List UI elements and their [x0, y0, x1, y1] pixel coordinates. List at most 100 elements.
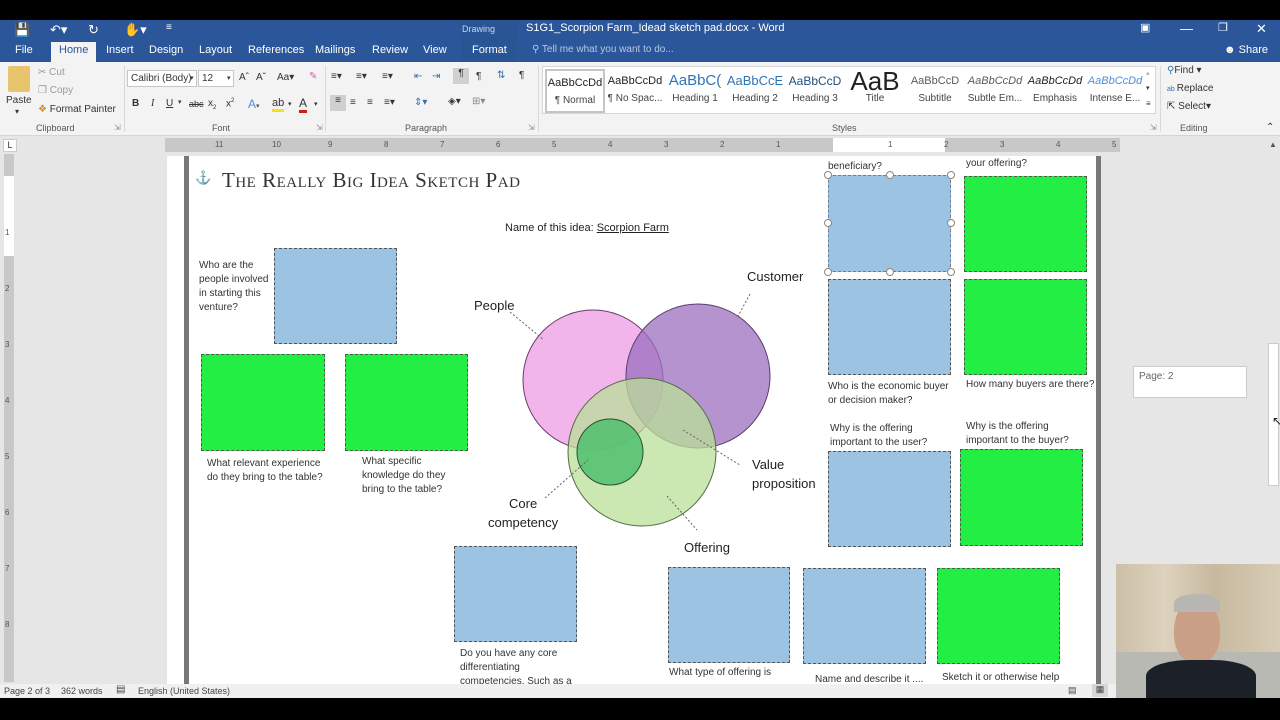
- rtl-direction-icon[interactable]: ¶: [476, 71, 481, 82]
- answer-box-name-describe[interactable]: [803, 568, 926, 664]
- underline-button[interactable]: U: [166, 98, 173, 109]
- multilevel-list-icon[interactable]: ≡▾: [382, 71, 393, 82]
- clear-formatting-icon[interactable]: ✎: [309, 71, 317, 82]
- style-subtle-emphasis[interactable]: AaBbCcDd Subtle Em...: [965, 69, 1025, 113]
- horizontal-ruler[interactable]: [165, 138, 1120, 152]
- style-no-spacing[interactable]: AaBbCcDd ¶ No Spac...: [605, 69, 665, 113]
- scroll-up-icon[interactable]: ▲: [1269, 140, 1277, 149]
- paragraph-launcher-icon[interactable]: ⇲: [528, 123, 535, 132]
- shrink-font-icon[interactable]: Aˇ: [256, 72, 266, 83]
- resize-handle-right[interactable]: [947, 219, 955, 227]
- proofing-icon[interactable]: ▤: [116, 684, 125, 695]
- answer-box-experience[interactable]: [201, 354, 325, 451]
- save-icon[interactable]: 💾: [14, 22, 30, 38]
- language-indicator[interactable]: English (United States): [138, 686, 230, 696]
- undo-icon[interactable]: ↶▾: [50, 22, 67, 38]
- restore-icon[interactable]: ❐: [1218, 21, 1228, 34]
- tab-mailings[interactable]: Mailings: [315, 44, 355, 62]
- highlight-dropdown-icon[interactable]: ▾: [288, 100, 292, 108]
- underline-dropdown-icon[interactable]: ▾: [178, 98, 182, 106]
- style-intense-emphasis[interactable]: AaBbCcDd Intense E...: [1085, 69, 1145, 113]
- resize-handle-bottom[interactable]: [886, 268, 894, 276]
- font-launcher-icon[interactable]: ⇲: [316, 123, 323, 132]
- align-center-icon[interactable]: ≡: [350, 97, 356, 108]
- touch-mode-icon[interactable]: ✋▾: [124, 22, 147, 38]
- font-color-icon[interactable]: A: [299, 96, 308, 113]
- grow-font-icon[interactable]: Aˆ: [239, 72, 249, 83]
- answer-box-economic-buyer[interactable]: [828, 279, 951, 375]
- style-emphasis[interactable]: AaBbCcDd Emphasis: [1025, 69, 1085, 113]
- align-right-icon[interactable]: ≡: [367, 97, 373, 108]
- sort-icon[interactable]: ⇅: [497, 70, 505, 81]
- answer-box-people-involved[interactable]: [274, 248, 397, 344]
- font-size-dropdown-icon[interactable]: ▾: [227, 74, 231, 82]
- select-button[interactable]: ⇱ Select▾: [1167, 101, 1211, 112]
- tab-format[interactable]: Format: [462, 40, 517, 62]
- tab-view[interactable]: View: [423, 44, 447, 62]
- read-mode-icon[interactable]: ▤: [1068, 685, 1077, 696]
- tab-file[interactable]: File: [15, 44, 33, 62]
- change-case-button[interactable]: Aa▾: [277, 72, 294, 83]
- resize-handle-left[interactable]: [824, 219, 832, 227]
- share-button[interactable]: ☻ Share: [1224, 44, 1268, 56]
- paste-dropdown-icon[interactable]: ▾: [15, 107, 19, 116]
- answer-box-how-many-buyers[interactable]: [964, 279, 1087, 375]
- superscript-button[interactable]: x2: [226, 98, 234, 109]
- styles-scroll-down-icon[interactable]: ▾: [1146, 84, 1150, 92]
- resize-handle-top-right[interactable]: [947, 171, 955, 179]
- paste-button[interactable]: Paste: [6, 95, 32, 106]
- ltr-direction-icon[interactable]: ¶: [453, 68, 469, 84]
- answer-box-your-offering[interactable]: [964, 176, 1087, 272]
- tab-design[interactable]: Design: [149, 44, 183, 62]
- tab-home[interactable]: Home: [51, 42, 97, 62]
- bullets-icon[interactable]: ≡▾: [331, 71, 342, 82]
- answer-box-sketch[interactable]: [937, 568, 1060, 664]
- show-formatting-marks-icon[interactable]: ¶: [519, 70, 524, 81]
- highlight-color-icon[interactable]: ab: [272, 97, 285, 112]
- resize-handle-bottom-right[interactable]: [947, 268, 955, 276]
- italic-button[interactable]: I: [151, 98, 154, 109]
- venn-circle-core-competency[interactable]: [576, 418, 644, 486]
- decrease-indent-icon[interactable]: ⇤: [414, 71, 422, 82]
- text-effects-icon[interactable]: A▾: [248, 97, 260, 111]
- font-name-dropdown-icon[interactable]: ▾: [190, 74, 194, 82]
- increase-indent-icon[interactable]: ⇥: [432, 71, 440, 82]
- tab-selector[interactable]: L: [3, 139, 17, 152]
- clipboard-launcher-icon[interactable]: ⇲: [114, 123, 121, 132]
- tab-review[interactable]: Review: [372, 44, 408, 62]
- answer-box-core-competencies[interactable]: [454, 546, 577, 642]
- strikethrough-button[interactable]: abc: [189, 99, 204, 109]
- resize-handle-top-left[interactable]: [824, 171, 832, 179]
- resize-handle-top[interactable]: [886, 171, 894, 179]
- paste-clipboard-icon[interactable]: [8, 66, 30, 92]
- tell-me-search[interactable]: ⚲ Tell me what you want to do...: [532, 44, 674, 55]
- bold-button[interactable]: B: [132, 98, 139, 109]
- tab-layout[interactable]: Layout: [199, 44, 232, 62]
- minimize-icon[interactable]: —: [1180, 21, 1193, 36]
- styles-scroll-up-icon[interactable]: ▴: [1146, 69, 1150, 77]
- tab-references[interactable]: References: [248, 44, 304, 62]
- style-heading-3[interactable]: AaBbCcD Heading 3: [785, 69, 845, 113]
- font-name-select[interactable]: Calibri (Body): [127, 70, 197, 87]
- replace-button[interactable]: ab Replace: [1167, 83, 1213, 94]
- style-title[interactable]: AaB Title: [845, 69, 905, 113]
- answer-box-beneficiary-selected[interactable]: [828, 175, 951, 272]
- word-count[interactable]: 362 words: [61, 686, 103, 696]
- copy-button[interactable]: ❐ Copy: [38, 85, 73, 96]
- answer-box-important-buyer[interactable]: [960, 449, 1083, 546]
- page-count[interactable]: Page 2 of 3: [4, 686, 50, 696]
- justify-icon[interactable]: ≡▾: [384, 97, 395, 108]
- style-subtitle[interactable]: AaBbCcD Subtitle: [905, 69, 965, 113]
- answer-box-knowledge[interactable]: [345, 354, 468, 451]
- customize-qat-icon[interactable]: ≡: [166, 22, 172, 33]
- styles-more-icon[interactable]: ≡: [1146, 99, 1151, 108]
- tab-insert[interactable]: Insert: [106, 44, 134, 62]
- redo-icon[interactable]: ↻: [88, 22, 99, 38]
- numbering-icon[interactable]: ≡▾: [356, 71, 367, 82]
- resize-handle-bottom-left[interactable]: [824, 268, 832, 276]
- font-color-dropdown-icon[interactable]: ▾: [314, 100, 318, 108]
- style-heading-2[interactable]: AaBbCcE Heading 2: [725, 69, 785, 113]
- collapse-ribbon-icon[interactable]: ⌃: [1266, 122, 1274, 133]
- shading-icon[interactable]: ◈▾: [448, 96, 461, 107]
- format-painter-button[interactable]: ❖ Format Painter: [38, 104, 116, 115]
